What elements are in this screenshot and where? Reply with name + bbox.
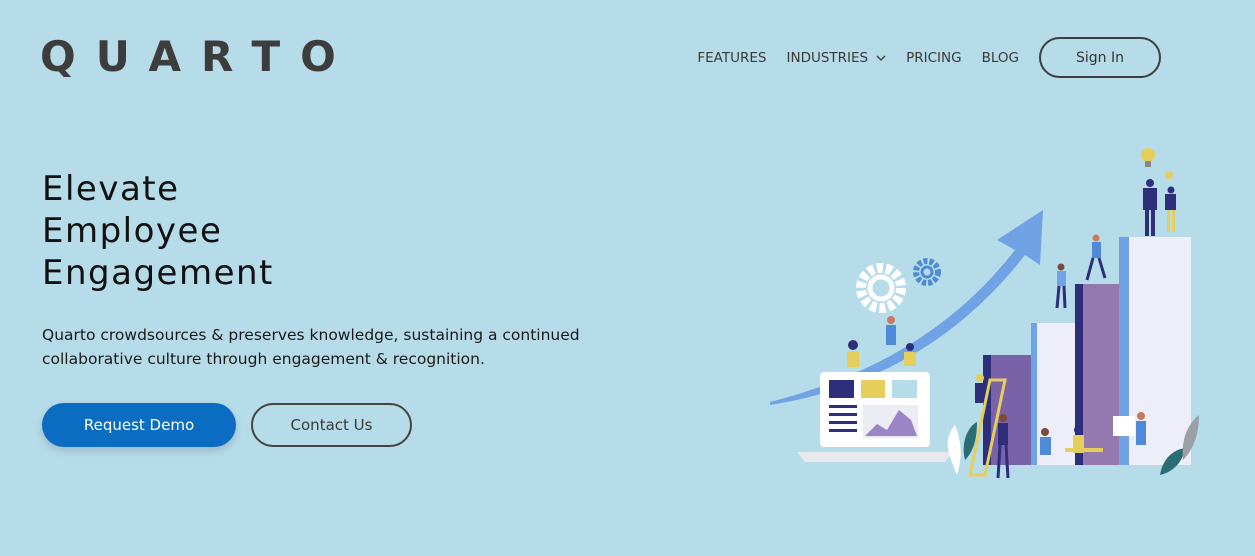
hero-title-line: Elevate — [42, 169, 180, 209]
nav-features[interactable]: FEATURES — [697, 50, 766, 66]
hero-title-line: Engagement — [42, 253, 274, 293]
hero-description-line: collaborative culture through engagement… — [42, 350, 485, 368]
nav-industries-label: INDUSTRIES — [786, 49, 869, 66]
hero-description: Quarto crowdsources & preserves knowledg… — [42, 323, 642, 371]
chevron-down-icon — [876, 55, 886, 61]
nav-blog[interactable]: BLOG — [982, 50, 1019, 66]
contact-us-button[interactable]: Contact Us — [251, 403, 412, 447]
gear-icon — [856, 258, 941, 313]
main-nav: FEATURES INDUSTRIES PRICING BLOG Sign In — [697, 37, 1161, 78]
sign-in-button[interactable]: Sign In — [1039, 37, 1161, 78]
nav-industries[interactable]: INDUSTRIES — [786, 50, 886, 66]
request-demo-button[interactable]: Request Demo — [42, 403, 236, 447]
brand-logo[interactable]: QUARTO — [40, 28, 356, 86]
hero-title: Elevate Employee Engagement — [42, 168, 274, 294]
hero-title-line: Employee — [42, 211, 223, 251]
laptop-illustration — [797, 372, 953, 462]
bar-steps-illustration — [983, 237, 1191, 465]
lightbulb-icon — [1141, 148, 1173, 179]
hero-illustration — [770, 148, 1199, 479]
nav-pricing[interactable]: PRICING — [906, 50, 961, 66]
hero-description-line: Quarto crowdsources & preserves knowledg… — [42, 326, 580, 344]
